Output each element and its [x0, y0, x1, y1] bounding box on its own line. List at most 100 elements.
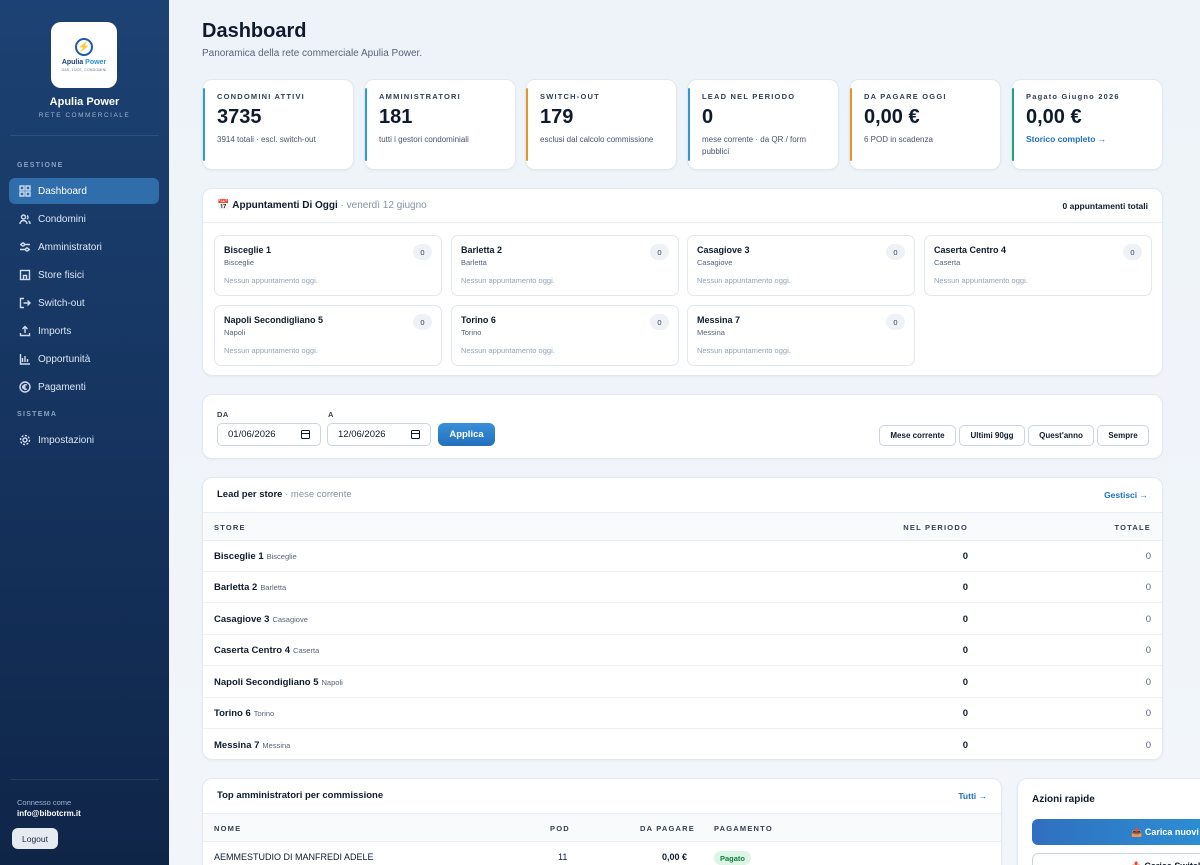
stat-label: AMMINISTRATORI [379, 92, 461, 101]
brand-subtitle: RETE COMMERCIALE [38, 112, 131, 119]
table-header: STORE NEL PERIODO TOTALE [203, 512, 1162, 541]
upload-icon [19, 325, 31, 337]
sidebar-item-pagamenti[interactable]: Pagamenti [9, 374, 159, 400]
store-name: Barletta 2 [214, 582, 258, 593]
store-appointment-card[interactable]: Caserta Centro 4 Caserta Nessun appuntam… [924, 235, 1152, 296]
to-date-input[interactable]: 12/06/2026 [327, 423, 431, 446]
lead-period-value: 0 [962, 582, 968, 593]
store-name: Caserta Centro 4 [214, 645, 291, 656]
table-row[interactable]: Casagiove 3 Casagiove 0 0 [203, 604, 1162, 635]
euro-icon [19, 381, 31, 393]
date-filter-panel: DA A 01/06/2026 12/06/2026 Applica Mese … [202, 394, 1163, 459]
store-appointment-card[interactable]: Torino 6 Torino Nessun appuntamento oggi… [451, 305, 679, 366]
table-row[interactable]: Messina 7 Messina 0 0 [203, 730, 1162, 759]
store-name: Messina 7 [697, 315, 741, 325]
store-city: Bisceglie [266, 552, 297, 561]
calendar-icon[interactable] [301, 430, 310, 439]
stat-card-amministratori[interactable]: AMMINISTRATORI 181 tutti i gestori condo… [364, 79, 516, 170]
calendar-icon[interactable] [411, 430, 420, 439]
from-label: DA [217, 410, 229, 419]
appointment-count-badge: 0 [413, 244, 432, 260]
lead-period-value: 0 [962, 740, 968, 751]
apply-button[interactable]: Applica [438, 423, 495, 446]
store-appointment-card[interactable]: Barletta 2 Barletta Nessun appuntamento … [451, 235, 679, 296]
sidebar-item-amministratori[interactable]: Amministratori [9, 234, 159, 260]
range-quest-anno-button[interactable]: Quest'anno [1028, 425, 1094, 446]
range-mese-corrente-button[interactable]: Mese corrente [879, 425, 956, 446]
stat-label: Pagato Giugno 2026 [1026, 92, 1120, 101]
store-name: Messina 7 [214, 740, 260, 751]
top-admins-panel: Top amministratori per commissione Tutti… [202, 778, 1002, 865]
sidebar-item-label: Opportunità [38, 353, 91, 365]
stat-value: 179 [540, 106, 574, 128]
table-row[interactable]: Caserta Centro 4 Caserta 0 0 [203, 635, 1162, 666]
store-name: Casagiove 3 [214, 614, 270, 625]
section-label-sistema: SISTEMA [17, 411, 58, 418]
lightning-bolt-icon: ⚡ [75, 38, 93, 56]
table-row[interactable]: Bisceglie 1 Bisceglie 0 0 [203, 541, 1162, 572]
sidebar-item-label: Impostazioni [38, 434, 95, 446]
table-row[interactable]: AEMMESTUDIO DI MANFREDI ADELE 11 0,00 € … [203, 842, 1001, 865]
no-appointments-text: Nessun appuntamento oggi. [461, 276, 555, 285]
store-name: Barletta 2 [461, 245, 503, 255]
store-city: Messina [697, 328, 725, 337]
lead-total-value: 0 [1145, 645, 1151, 656]
sidebar-item-dashboard[interactable]: Dashboard [9, 178, 159, 204]
range-ultimi-90gg-button[interactable]: Ultimi 90gg [959, 425, 1025, 446]
sidebar-item-label: Pagamenti [38, 381, 86, 393]
grid-icon [19, 185, 31, 197]
table-row[interactable]: Torino 6 Torino 0 0 [203, 698, 1162, 729]
upload-switch-out-button[interactable]: 📤 Carica Switch-out [1032, 853, 1200, 865]
appointments-date: · venerdì 12 giugno [340, 200, 427, 211]
store-name: Bisceglie 1 [214, 551, 264, 562]
column-header-pagamento[interactable]: PAGAMENTO [714, 824, 773, 833]
sidebar-item-switch-out[interactable]: Switch-out [9, 290, 159, 316]
store-city: Barletta [461, 258, 487, 267]
column-header-totale[interactable]: TOTALE [1114, 523, 1151, 532]
from-date-input[interactable]: 01/06/2026 [217, 423, 321, 446]
lead-total-value: 0 [1145, 614, 1151, 625]
stat-subtext: mese corrente · da QR / form pubblici [702, 135, 807, 156]
sidebar-divider [10, 135, 159, 136]
logout-button[interactable]: Logout [12, 828, 58, 849]
brand-logo[interactable]: ⚡ Apulia Power GAS, LUCE, CONDOMINI [51, 22, 117, 88]
quick-actions-panel: Azioni rapide 📤 Carica nuovi PDP 📤 Caric… [1017, 778, 1200, 865]
store-appointment-card[interactable]: Bisceglie 1 Bisceglie Nessun appuntament… [214, 235, 442, 296]
sidebar-divider [10, 779, 159, 780]
stat-subtext: esclusi dal calcolo commissione [540, 135, 654, 144]
sidebar-item-condomini[interactable]: Condomini [9, 206, 159, 232]
upload-pdp-button[interactable]: 📤 Carica nuovi PDP [1032, 819, 1200, 845]
column-header-store[interactable]: STORE [214, 523, 246, 532]
stat-card-pagato-mese[interactable]: Pagato Giugno 2026 0,00 € Storico comple… [1011, 79, 1163, 170]
stat-card-lead-nel-periodo[interactable]: LEAD NEL PERIODO 0 mese corrente · da QR… [687, 79, 839, 170]
tutti-link[interactable]: Tutti → [958, 791, 987, 801]
lead-period-value: 0 [962, 677, 968, 688]
gestisci-link[interactable]: Gestisci → [1104, 490, 1148, 500]
store-name: Torino 6 [461, 315, 496, 325]
store-name: Torino 6 [214, 708, 251, 719]
store-appointment-card[interactable]: Casagiove 3 Casagiove Nessun appuntament… [687, 235, 915, 296]
stat-card-condomini-attivi[interactable]: CONDOMINI ATTIVI 3735 3914 totali · escl… [202, 79, 354, 170]
store-appointment-card[interactable]: Napoli Secondigliano 5 Napoli Nessun app… [214, 305, 442, 366]
column-header-nome[interactable]: NOME [214, 824, 241, 833]
bar-chart-icon [19, 353, 31, 365]
column-header-pod[interactable]: POD [550, 824, 570, 833]
sidebar-item-store-fisici[interactable]: Store fisici [9, 262, 159, 288]
store-appointment-card[interactable]: Messina 7 Messina Nessun appuntamento og… [687, 305, 915, 366]
sidebar-item-opportunita[interactable]: Opportunità [9, 346, 159, 372]
stat-card-switch-out[interactable]: SWITCH-OUT 179 esclusi dal calcolo commi… [525, 79, 677, 170]
stat-card-da-pagare-oggi[interactable]: DA PAGARE OGGI 0,00 € 6 POD in scadenza [849, 79, 1001, 170]
store-name: Napoli Secondigliano 5 [214, 677, 319, 688]
sidebar-item-imports[interactable]: Imports [9, 318, 159, 344]
admin-pod: 11 [558, 852, 568, 862]
stat-value: 3735 [217, 106, 262, 128]
sidebar-item-impostazioni[interactable]: Impostazioni [9, 427, 159, 453]
column-header-da-pagare[interactable]: DA PAGARE [640, 824, 695, 833]
table-row[interactable]: Napoli Secondigliano 5 Napoli 0 0 [203, 667, 1162, 698]
no-appointments-text: Nessun appuntamento oggi. [697, 346, 791, 355]
column-header-nel-periodo[interactable]: NEL PERIODO [903, 523, 968, 532]
no-appointments-text: Nessun appuntamento oggi. [934, 276, 1028, 285]
storico-completo-link[interactable]: Storico completo → [1026, 134, 1149, 144]
table-row[interactable]: Barletta 2 Barletta 0 0 [203, 572, 1162, 603]
range-sempre-button[interactable]: Sempre [1097, 425, 1149, 446]
